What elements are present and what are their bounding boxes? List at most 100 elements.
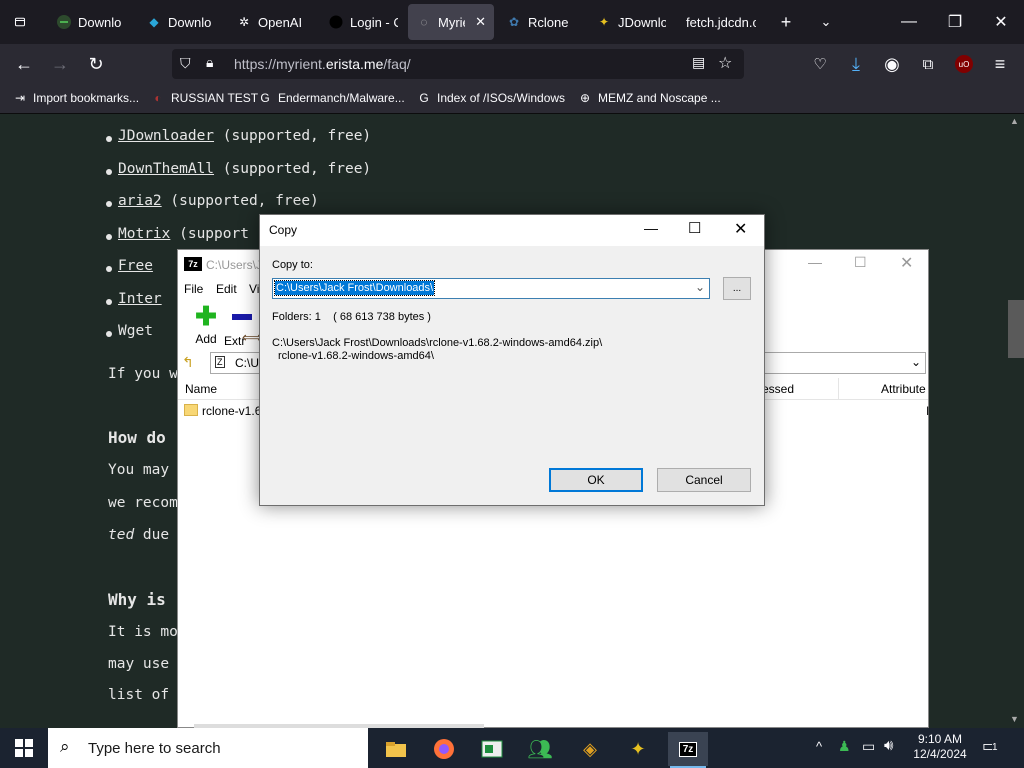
column-compressed[interactable]: essed [762, 382, 794, 396]
list-item: Motrix (support [106, 226, 249, 242]
motrix-link[interactable]: Motrix [118, 226, 170, 242]
downloads-icon[interactable]: ⤓ [840, 48, 872, 80]
ok-button[interactable]: OK [549, 468, 643, 492]
app-window-icon[interactable] [472, 732, 512, 766]
reload-icon[interactable]: ↻ [80, 48, 112, 80]
menu-view[interactable]: Vi [249, 282, 259, 296]
extensions-icon[interactable]: ⧉ [912, 48, 944, 80]
chevron-up-icon[interactable]: ^ [816, 739, 822, 754]
free-link[interactable]: Free [118, 258, 153, 274]
close-tab-icon[interactable]: ✕ [475, 14, 486, 30]
7zip-title-text: C:\Users\J [206, 258, 263, 272]
chevron-down-icon[interactable]: ⌄ [911, 355, 921, 369]
column-name[interactable]: Name [185, 382, 217, 396]
copy-to-combobox[interactable]: C:\Users\Jack Frost\Downloads\ ⌄ [272, 278, 710, 299]
pocket-icon[interactable]: ♡ [804, 48, 836, 80]
file-explorer-icon[interactable] [376, 732, 416, 766]
list-item: aria2 (supported, free) [106, 193, 319, 209]
navigation-bar: ← → ↻ ⛉ 🔒︎ https://myrient.erista.me/faq… [0, 44, 1024, 84]
account-icon[interactable]: ◉ [876, 48, 908, 80]
import-icon: ⇥ [14, 91, 26, 105]
lock-icon[interactable]: 🔒︎ [206, 54, 213, 71]
forward-icon[interactable]: → [44, 48, 76, 80]
url-bar[interactable]: ⛉ 🔒︎ https://myrient.erista.me/faq/ ▤ ☆ [172, 49, 744, 79]
clock[interactable]: 9:10 AM 12/4/2024 [910, 732, 970, 762]
tab-4-active[interactable]: ◌ Myrie ✕ [408, 4, 494, 40]
bookmark-index-isos[interactable]: G Index of /ISOs/Windows [416, 90, 565, 106]
copy-to-input[interactable]: C:\Users\Jack Frost\Downloads\ [273, 280, 436, 296]
close-icon[interactable]: ✕ [734, 219, 747, 239]
jdownloader-link[interactable]: JDownloader [118, 128, 214, 144]
menu-file[interactable]: File [184, 282, 203, 296]
time-text: 9:10 AM [917, 732, 963, 746]
add-button[interactable]: ✚ Add [186, 303, 226, 346]
windows-start-icon[interactable] [4, 731, 44, 765]
folder-up-icon[interactable]: ↰ [182, 354, 194, 371]
taskbar-search-box[interactable]: ⌕ Type here to search [48, 728, 368, 768]
close-icon[interactable]: ✕ [900, 253, 913, 273]
globe-icon: ⊕ [579, 91, 591, 105]
chevron-down-icon[interactable]: ⌄ [695, 280, 705, 294]
cancel-button[interactable]: Cancel [657, 468, 751, 492]
new-tab-icon[interactable]: + [772, 4, 800, 40]
google-icon: G [419, 91, 429, 105]
list-item: Inter [106, 291, 162, 307]
tab-1[interactable]: ◆ Downlo [138, 4, 224, 40]
tab-5[interactable]: ✿ Rclone [498, 4, 584, 40]
copy-dialog: Copy — ☐ ✕ Copy to: C:\Users\Jack Frost\… [259, 214, 765, 506]
close-window-icon[interactable]: ✕ [978, 0, 1024, 44]
minus-icon [232, 314, 252, 320]
tab-6[interactable]: ✦ JDownlo [588, 4, 674, 40]
minimize-icon[interactable]: — [808, 254, 822, 270]
scroll-up-icon[interactable]: ▲ [1010, 116, 1019, 126]
downthemall-link[interactable]: DownThemAll [118, 161, 214, 177]
browse-button[interactable]: ... [723, 277, 751, 300]
people-tray-icon[interactable]: ♟ [838, 738, 851, 755]
volume-icon[interactable]: 🔊︎ [884, 737, 893, 754]
tab-3[interactable]: Login - C [320, 4, 406, 40]
bookmark-star-icon[interactable]: ☆ [718, 53, 732, 73]
bookmark-russian-test[interactable]: ◐ RUSSIAN TEST [150, 90, 258, 106]
copy-to-label: Copy to: [272, 259, 313, 271]
internet-link[interactable]: Inter [118, 291, 162, 307]
restore-icon[interactable]: ❐ [932, 0, 978, 44]
aria2-link[interactable]: aria2 [118, 193, 162, 209]
package-icon[interactable]: ◈ [570, 732, 610, 766]
date-text: 12/4/2024 [913, 747, 967, 761]
paragraph-text: may use [108, 656, 170, 672]
tab-list-icon[interactable] [6, 4, 34, 40]
shield-icon[interactable]: ⛉ [180, 55, 191, 72]
loading-icon: ◌ [420, 15, 428, 29]
bookmark-endermanch[interactable]: G Endermanch/Malware... [257, 90, 404, 106]
jdownloader-icon[interactable]: ✦ [618, 732, 658, 766]
chevron-down-icon[interactable]: ⌄ [812, 4, 840, 40]
menu-icon[interactable]: ≡ [984, 48, 1016, 80]
url-text: https://myrient.erista.me/faq/ [234, 56, 411, 72]
tab-7[interactable]: fetch.jdcdn.c [678, 4, 764, 40]
tab-2[interactable]: ✲ OpenAI [228, 4, 318, 40]
maximize-icon[interactable]: ☐ [688, 219, 701, 237]
7zip-taskbar-icon[interactable]: 7z [668, 732, 708, 766]
ublock-icon[interactable]: uO [948, 48, 980, 80]
scroll-down-icon[interactable]: ▼ [1010, 714, 1019, 724]
firefox-icon[interactable] [424, 732, 464, 766]
users-icon[interactable]: 👥︎ [520, 732, 560, 766]
tab-0[interactable]: Downlo [48, 4, 134, 40]
scrollbar-thumb[interactable] [1008, 300, 1024, 358]
maximize-icon[interactable]: ☐ [854, 254, 867, 271]
copy-dialog-title-bar: Copy — ☐ ✕ [260, 215, 764, 246]
minimize-icon[interactable]: — [644, 220, 658, 236]
notification-icon[interactable]: ▭ 1 [982, 736, 998, 756]
column-attributes[interactable]: Attribute [881, 382, 926, 396]
minimize-icon[interactable]: — [886, 0, 932, 44]
download-site-icon [56, 14, 72, 30]
ublock-badge: uO [955, 55, 973, 73]
windows-taskbar: ⌕ Type here to search 👥︎ ◈ ✦ 7z ^ ♟ ▭ 🔊︎… [0, 728, 1024, 768]
reader-view-icon[interactable]: ▤ [692, 54, 705, 71]
bookmark-import[interactable]: ⇥ Import bookmarks... [12, 90, 139, 106]
bookmark-memz[interactable]: ⊕ MEMZ and Noscape ... [577, 90, 721, 106]
menu-edit[interactable]: Edit [216, 282, 237, 296]
network-icon[interactable]: ▭ [862, 738, 875, 755]
back-icon[interactable]: ← [8, 48, 40, 80]
page-scrollbar[interactable] [1008, 114, 1024, 728]
